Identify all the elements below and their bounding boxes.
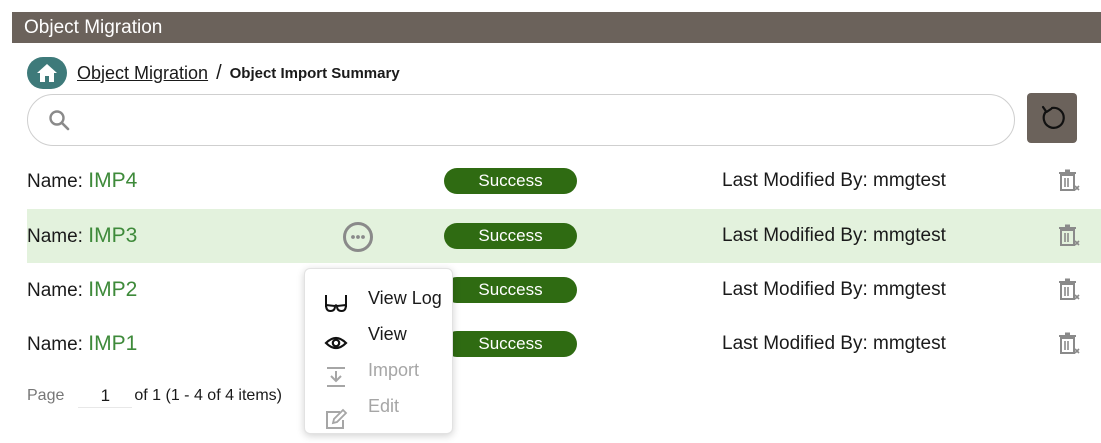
name-value[interactable]: IMP2 [88, 278, 137, 301]
status-badge: Success [444, 277, 577, 303]
app-title: Object Migration [24, 17, 163, 38]
delete-icon[interactable] [1058, 278, 1080, 302]
refresh-button[interactable] [1027, 93, 1077, 143]
home-icon [37, 64, 57, 82]
edit-icon [326, 408, 348, 429]
list-item[interactable]: Name: IMP1 Success Last Modified By: mmg… [27, 317, 1101, 371]
row-name: Name: IMP3 [27, 209, 137, 264]
menu-item-label: View [368, 324, 407, 344]
last-modified: Last Modified By: mmgtest [722, 317, 946, 371]
search-input[interactable] [80, 103, 990, 137]
name-label: Name: [27, 171, 83, 192]
menu-item-label: View Log [368, 288, 442, 308]
import-icon [327, 367, 345, 387]
breadcrumb-separator: / [216, 61, 222, 84]
last-modified: Last Modified By: mmgtest [722, 263, 946, 317]
modified-label: Last Modified By: [722, 225, 868, 246]
row-name: Name: IMP4 [27, 154, 137, 209]
modified-by: mmgtest [873, 333, 946, 354]
list-item[interactable]: Name: IMP3 Success Last Modified By: mmg… [27, 209, 1101, 263]
glasses-icon [325, 295, 347, 313]
search-icon [49, 110, 70, 131]
pagination: Page of 1 (1 - 4 of 4 items) [27, 384, 282, 408]
pager-info: of 1 (1 - 4 of 4 items) [134, 387, 282, 404]
last-modified: Last Modified By: mmgtest [722, 209, 946, 263]
status-badge: Success [444, 223, 577, 249]
menu-item-edit[interactable]: Edit [305, 393, 454, 429]
pager-label: Page [27, 387, 65, 404]
search-box [27, 94, 1015, 146]
app-title-bar: Object Migration [12, 12, 1101, 43]
refresh-icon [1041, 105, 1065, 129]
list-item[interactable]: Name: IMP4 Success Last Modified By: mmg… [27, 154, 1101, 208]
menu-item-view-log[interactable]: View Log [305, 283, 454, 319]
name-value[interactable]: IMP3 [88, 224, 137, 247]
breadcrumb: Object Migration / Object Import Summary [27, 57, 400, 89]
name-value[interactable]: IMP4 [88, 169, 137, 192]
status-badge: Success [444, 331, 577, 357]
name-value[interactable]: IMP1 [88, 332, 137, 355]
page-number-input[interactable] [78, 384, 133, 408]
status-badge: Success [444, 168, 577, 194]
row-name: Name: IMP2 [27, 263, 137, 318]
eye-icon [324, 336, 348, 350]
modified-by: mmgtest [873, 225, 946, 246]
modified-by: mmgtest [873, 170, 946, 191]
modified-label: Last Modified By: [722, 170, 868, 191]
row-name: Name: IMP1 [27, 317, 137, 372]
menu-item-view[interactable]: View [305, 321, 454, 357]
menu-item-label: Import [368, 360, 420, 380]
home-button[interactable] [27, 57, 67, 89]
list-item[interactable]: Name: IMP2 Success Last Modified By: mmg… [27, 263, 1101, 317]
menu-item-import[interactable]: Import [305, 357, 454, 393]
delete-icon[interactable] [1058, 169, 1080, 193]
more-actions-icon[interactable] [342, 221, 374, 253]
name-label: Name: [27, 280, 83, 301]
delete-icon[interactable] [1058, 332, 1080, 356]
last-modified: Last Modified By: mmgtest [722, 154, 946, 208]
breadcrumb-current: Object Import Summary [229, 64, 400, 82]
modified-label: Last Modified By: [722, 279, 868, 300]
row-actions-menu: View Log View Import Edit [304, 268, 453, 434]
modified-by: mmgtest [873, 279, 946, 300]
menu-item-label: Edit [368, 396, 400, 416]
name-label: Name: [27, 226, 83, 247]
breadcrumb-link-object-migration[interactable]: Object Migration [77, 63, 208, 84]
modified-label: Last Modified By: [722, 333, 868, 354]
name-label: Name: [27, 334, 83, 355]
delete-icon[interactable] [1058, 224, 1080, 248]
